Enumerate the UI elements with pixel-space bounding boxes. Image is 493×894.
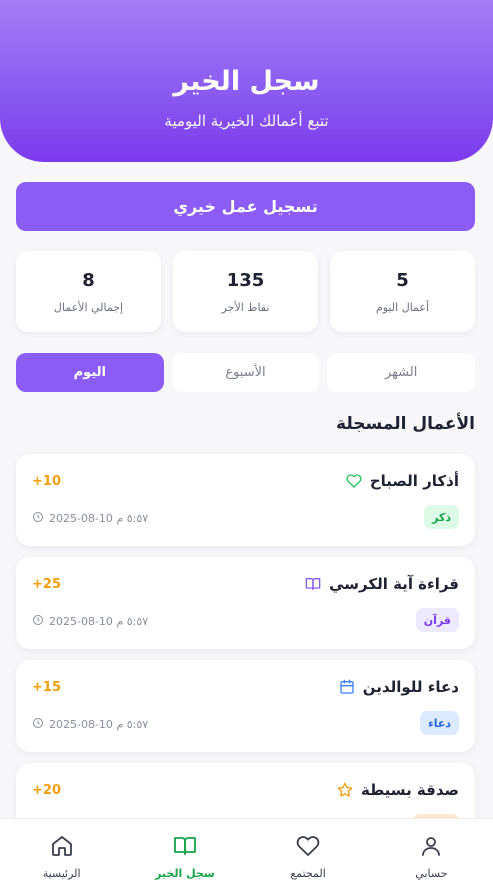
deed-category-tag: دعاء bbox=[420, 711, 459, 735]
nav-profile[interactable]: حسابي bbox=[370, 819, 493, 894]
stat-value: 5 bbox=[396, 269, 409, 291]
deed-title: دعاء للوالدين bbox=[339, 678, 459, 696]
deed-title: صدقة بسيطة bbox=[337, 781, 459, 799]
stat-label: نقاط الأجر bbox=[221, 300, 270, 314]
deed-points: +15 bbox=[32, 680, 61, 695]
nav-label: سجل الخير bbox=[155, 866, 215, 880]
deed-points: +10 bbox=[32, 474, 61, 489]
deed-date: 2025-08-10 ٥:٥٧ م bbox=[32, 614, 148, 629]
stat-today-deeds: 5 أعمال اليوم bbox=[330, 251, 475, 332]
nav-label: الرئيسية bbox=[42, 866, 81, 880]
deed-name: أذكار الصباح bbox=[369, 472, 459, 490]
deed-date-text: 2025-08-10 ٥:٥٧ م bbox=[49, 718, 149, 731]
heart-icon bbox=[346, 473, 362, 489]
stat-label: أعمال اليوم bbox=[375, 300, 430, 314]
user-icon bbox=[419, 834, 443, 861]
nav-good-deeds-log[interactable]: سجل الخير bbox=[123, 819, 246, 894]
heart-icon bbox=[296, 834, 320, 861]
stat-value: 8 bbox=[82, 269, 95, 291]
stat-total-deeds: 8 إجمالي الأعمال bbox=[16, 251, 161, 332]
deed-name: دعاء للوالدين bbox=[362, 678, 459, 696]
stat-value: 135 bbox=[226, 269, 265, 291]
stat-reward-points: 135 نقاط الأجر bbox=[173, 251, 318, 332]
stat-label: إجمالي الأعمال bbox=[53, 300, 124, 314]
deed-date-text: 2025-08-10 ٥:٥٧ م bbox=[49, 615, 149, 628]
page-subtitle: تتبع أعمالك الخيرية اليومية bbox=[164, 112, 329, 130]
tab-today[interactable]: اليوم bbox=[15, 353, 164, 392]
register-deed-button[interactable]: تسجيل عمل خيري bbox=[16, 182, 475, 231]
deed-date: 2025-08-10 ٥:٥٧ م bbox=[32, 511, 148, 526]
deed-card[interactable]: قراءة آية الكرسي +25 قرآن 2025-08-10 ٥:٥… bbox=[16, 557, 475, 649]
deed-category-tag: ذكر bbox=[424, 505, 459, 529]
deed-title: قراءة آية الكرسي bbox=[305, 575, 459, 593]
book-icon bbox=[305, 576, 321, 592]
clock-icon bbox=[32, 717, 44, 732]
calendar-icon bbox=[339, 679, 355, 695]
deed-points: +25 bbox=[32, 577, 61, 592]
deed-category-tag: قرآن bbox=[415, 608, 459, 632]
home-icon bbox=[50, 834, 74, 861]
tab-month[interactable]: الشهر bbox=[327, 353, 475, 392]
page-header: سجل الخير تتبع أعمالك الخيرية اليومية bbox=[0, 0, 493, 162]
deed-date-text: 2025-08-10 ٥:٥٧ م bbox=[49, 512, 149, 525]
clock-icon bbox=[32, 614, 44, 629]
section-title: الأعمال المسجلة bbox=[336, 414, 475, 434]
deed-date: 2025-08-10 ٥:٥٧ م bbox=[32, 717, 148, 732]
period-tabs: الشهر الأسبوع اليوم bbox=[15, 353, 475, 392]
nav-home[interactable]: الرئيسية bbox=[0, 819, 123, 894]
page-title: سجل الخير bbox=[173, 66, 320, 97]
deed-name: قراءة آية الكرسي bbox=[329, 575, 459, 593]
nav-label: المجتمع bbox=[290, 866, 326, 880]
star-icon bbox=[337, 782, 353, 798]
deed-points: +20 bbox=[32, 783, 61, 798]
nav-community[interactable]: المجتمع bbox=[247, 819, 370, 894]
deed-card[interactable]: أذكار الصباح +10 ذكر 2025-08-10 ٥:٥٧ م bbox=[16, 454, 475, 546]
deed-title: أذكار الصباح bbox=[346, 472, 459, 490]
tab-week[interactable]: الأسبوع bbox=[171, 353, 320, 392]
bottom-nav: حسابي المجتمع سجل الخير الرئيسية bbox=[0, 818, 493, 894]
clock-icon bbox=[32, 511, 44, 526]
book-open-icon bbox=[173, 834, 197, 861]
deed-name: صدقة بسيطة bbox=[360, 781, 459, 799]
nav-label: حسابي bbox=[415, 866, 448, 880]
deed-card[interactable]: دعاء للوالدين +15 دعاء 2025-08-10 ٥:٥٧ م bbox=[16, 660, 475, 752]
stats-row: 5 أعمال اليوم 135 نقاط الأجر 8 إجمالي ال… bbox=[16, 251, 475, 332]
